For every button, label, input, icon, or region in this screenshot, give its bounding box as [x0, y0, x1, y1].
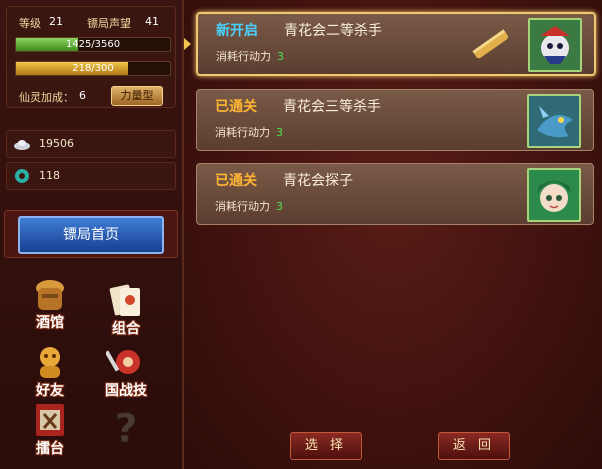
back-button[interactable]: 返 回	[438, 432, 510, 460]
strength-type-button[interactable]: 力量型	[111, 86, 163, 106]
menu-friends-label: 好友	[36, 383, 64, 399]
arena-icon	[36, 404, 64, 436]
quest-status: 新开启	[216, 23, 258, 39]
quest-cost-text: 消耗行动力	[215, 200, 270, 213]
reputation-value: 41	[145, 15, 159, 28]
quest-status: 已通关	[215, 99, 257, 115]
select-button[interactable]: 选 择	[290, 432, 362, 460]
war-skill-icon	[106, 350, 140, 374]
player-stats-panel: 等级 21 镖局声望 41 1425/3560 218/300 仙灵加成： 6 …	[6, 6, 176, 108]
menu-combo[interactable]: 组合	[96, 282, 156, 342]
quest-cost-label: 消耗行动力 3	[216, 48, 284, 64]
selected-arrow-icon	[184, 38, 191, 50]
silver-ingot-icon	[14, 140, 30, 150]
quest-cost-value: 3	[276, 200, 283, 213]
menu-combo-label: 组合	[112, 321, 140, 337]
quest-cost-label: 消耗行动力 3	[215, 198, 283, 214]
jade-coin-icon	[15, 169, 29, 183]
combo-cards-icon	[109, 284, 140, 316]
menu-tavern[interactable]: 酒馆	[20, 276, 80, 336]
scroll-icon	[468, 22, 512, 66]
left-panel: 等级 21 镖局声望 41 1425/3560 218/300 仙灵加成： 6 …	[0, 0, 184, 469]
exp-text: 1425/3560	[65, 39, 121, 50]
quest-card[interactable]: 新开启 青花会二等杀手 消耗行动力 3	[196, 12, 596, 76]
quest-name: 青花会三等杀手	[283, 99, 381, 115]
menu-arena-label: 擂台	[36, 441, 64, 457]
level-label: 等级	[19, 17, 41, 30]
enemy-portrait	[528, 18, 582, 72]
quest-cost-text: 消耗行动力	[216, 50, 271, 63]
menu-friends[interactable]: 好友	[20, 344, 80, 404]
jade-resource: 118	[6, 162, 176, 190]
quest-cost-text: 消耗行动力	[215, 126, 270, 139]
silver-amount: 19506	[39, 137, 74, 150]
spirit-bonus-value: 6	[79, 89, 86, 102]
stamina-text: 218/300	[72, 63, 114, 74]
quest-cost-value: 3	[276, 126, 283, 139]
escort-home-button[interactable]: 镖局首页	[18, 216, 164, 254]
exp-bar: 1425/3560	[15, 37, 171, 52]
jade-amount: 118	[39, 169, 60, 182]
menu-war-skill-label: 国战技	[105, 383, 147, 399]
enemy-portrait	[527, 94, 581, 148]
tavern-icon	[36, 280, 64, 310]
quest-name: 青花会探子	[283, 173, 353, 189]
svg-text:?: ?	[114, 406, 137, 450]
menu-locked[interactable]: ?	[96, 400, 156, 460]
silver-resource: 19506	[6, 130, 176, 158]
quest-name: 青花会二等杀手	[284, 23, 382, 39]
reputation-label: 镖局声望	[87, 17, 131, 30]
friends-icon	[40, 347, 60, 378]
menu-war-skill[interactable]: 国战技	[96, 344, 156, 404]
level-value: 21	[49, 15, 63, 28]
quest-card[interactable]: 已通关 青花会探子 消耗行动力 3	[196, 163, 594, 225]
menu-tavern-label: 酒馆	[36, 315, 64, 331]
quest-cost-value: 3	[277, 50, 284, 63]
spirit-bonus-label: 仙灵加成：	[19, 91, 74, 104]
quest-cost-label: 消耗行动力 3	[215, 124, 283, 140]
menu-arena[interactable]: 擂台	[20, 402, 80, 462]
quest-card[interactable]: 已通关 青花会三等杀手 消耗行动力 3	[196, 89, 594, 151]
stamina-bar: 218/300	[15, 61, 171, 76]
question-mark-icon: ?	[114, 406, 138, 451]
quest-status: 已通关	[215, 173, 257, 189]
enemy-portrait	[527, 168, 581, 222]
